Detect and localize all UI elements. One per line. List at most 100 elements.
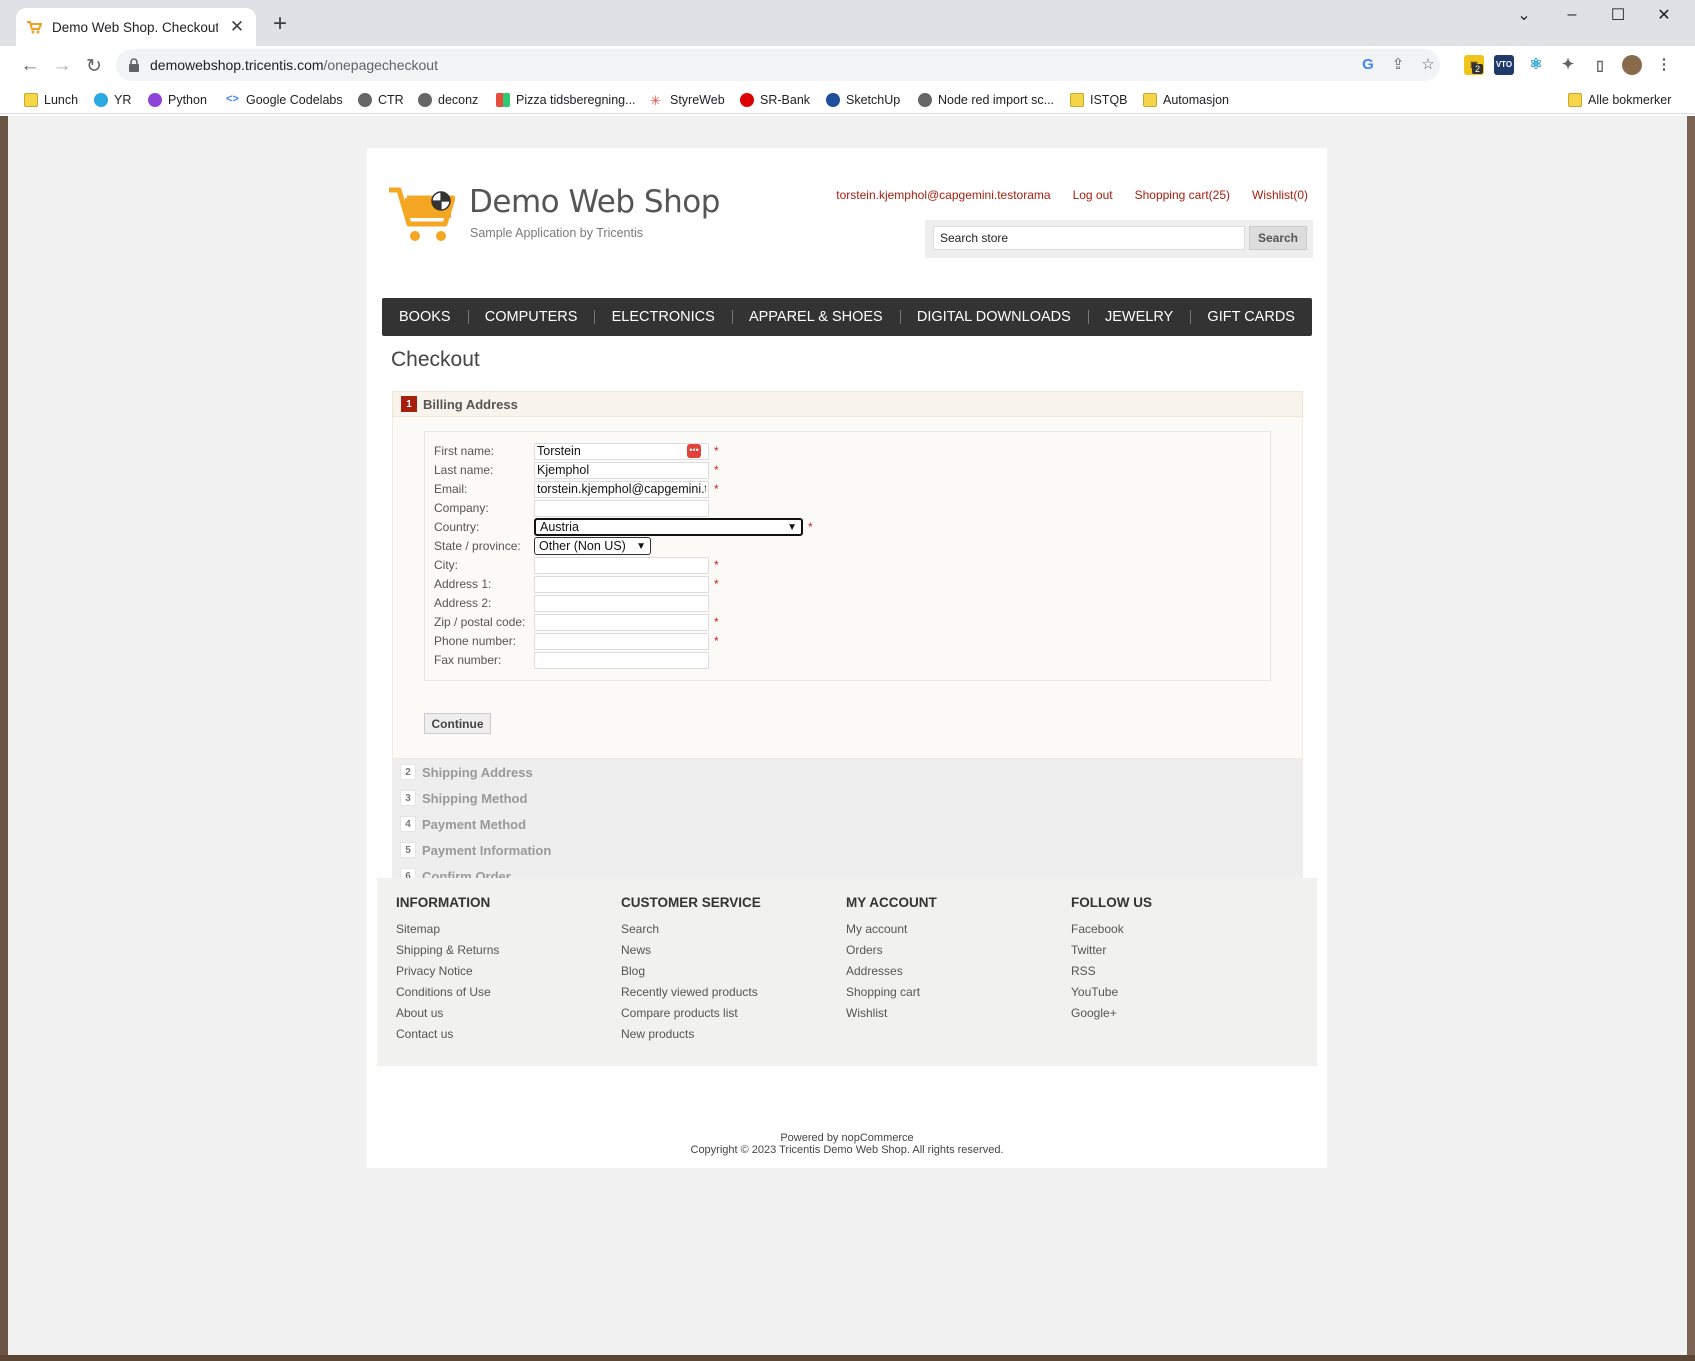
zip-field[interactable]	[534, 613, 709, 631]
footer-link[interactable]: Blog	[621, 964, 821, 979]
browser-tab[interactable]: Demo Web Shop. Checkout ✕	[16, 8, 256, 46]
bookmark-star-icon[interactable]: ☆	[1419, 56, 1437, 74]
puzzle-extensions-icon[interactable]: ✦	[1558, 55, 1578, 75]
shop-title[interactable]: Demo Web Shop	[469, 184, 720, 220]
footer-link[interactable]: Orders	[846, 943, 1046, 958]
state-select[interactable]: Other (Non US) ▼	[534, 537, 651, 555]
account-link[interactable]: torstein.kjemphol@capgemini.testorama	[836, 188, 1050, 202]
address2-field[interactable]	[534, 594, 709, 612]
step-shipping-method[interactable]: 3 Shipping Method	[392, 785, 1303, 811]
wishlist-link[interactable]: Wishlist(0)	[1252, 188, 1308, 202]
react-extension-icon[interactable]: ⚛	[1526, 55, 1546, 75]
bookmark-item[interactable]: Lunch	[24, 90, 78, 110]
menu-electronics[interactable]: ELECTRONICS	[595, 309, 732, 325]
country-select[interactable]: Austria ▼	[534, 518, 803, 536]
share-icon[interactable]: ⇪	[1389, 56, 1407, 74]
footer-link[interactable]: Shopping cart	[846, 985, 1046, 1000]
side-panel-icon[interactable]: ▯	[1590, 55, 1610, 75]
continue-button[interactable]: Continue	[424, 713, 491, 734]
footer-link[interactable]: Compare products list	[621, 1006, 821, 1021]
state-row: State / province: Other (Non US) ▼	[434, 537, 651, 555]
footer-link[interactable]: Shipping & Returns	[396, 943, 596, 958]
bookmark-item[interactable]: <> Google Codelabs	[226, 90, 343, 110]
password-manager-icon[interactable]: •••	[687, 444, 701, 458]
menu-books[interactable]: BOOKS	[382, 309, 468, 325]
footer-heading: INFORMATION	[396, 895, 491, 910]
profile-avatar[interactable]	[1622, 55, 1642, 75]
menu-gift-cards[interactable]: GIFT CARDS	[1190, 309, 1312, 325]
menu-apparel-shoes[interactable]: APPAREL & SHOES	[732, 309, 900, 325]
footer-link[interactable]: Sitemap	[396, 922, 596, 937]
maximize-icon[interactable]: ☐	[1596, 0, 1640, 30]
bookmark-item[interactable]: ISTQB	[1070, 90, 1128, 110]
shopping-cart-link[interactable]: Shopping cart(25)	[1135, 188, 1230, 202]
google-icon[interactable]: G	[1359, 56, 1377, 74]
footer-link[interactable]: Addresses	[846, 964, 1046, 979]
menu-digital-downloads[interactable]: DIGITAL DOWNLOADS	[900, 309, 1088, 325]
step-title: Payment Information	[422, 842, 552, 858]
vto-extension-icon[interactable]: VTO	[1494, 55, 1514, 75]
footer-link[interactable]: YouTube	[1071, 985, 1271, 1000]
search-input[interactable]	[933, 226, 1245, 250]
phone-field[interactable]	[534, 632, 709, 650]
back-icon[interactable]: ←	[16, 52, 44, 80]
first-name-field[interactable]	[534, 442, 709, 460]
forward-icon[interactable]: →	[48, 52, 76, 80]
bookmark-item[interactable]: CTR	[358, 90, 404, 110]
footer-link[interactable]: New products	[621, 1027, 821, 1042]
shop-logo-cart-icon[interactable]	[387, 184, 455, 244]
footer-link[interactable]: Search	[621, 922, 821, 937]
bookmark-item[interactable]: Automasjon	[1143, 90, 1229, 110]
footer-link[interactable]: News	[621, 943, 821, 958]
address-bar[interactable]: demowebshop.tricentis.com/onepagecheckou…	[116, 49, 1440, 81]
bookmark-item[interactable]: Python	[148, 90, 207, 110]
menu-jewelry[interactable]: JEWELRY	[1088, 309, 1190, 325]
footer-link[interactable]: About us	[396, 1006, 596, 1021]
sr-bank-icon	[740, 93, 754, 107]
footer-link[interactable]: RSS	[1071, 964, 1271, 979]
tab-search-icon[interactable]: ⌄	[1502, 0, 1546, 30]
bookmark-item[interactable]: SketchUp	[826, 90, 900, 110]
reload-icon[interactable]: ↻	[80, 52, 108, 80]
bookmark-item[interactable]: SR-Bank	[740, 90, 810, 110]
step-billing-address[interactable]: 1 Billing Address	[392, 391, 1303, 417]
footer-link[interactable]: Twitter	[1071, 943, 1271, 958]
tab-close-icon[interactable]: ✕	[228, 17, 246, 37]
email-field[interactable]	[534, 480, 709, 498]
address1-field[interactable]	[534, 575, 709, 593]
city-field[interactable]	[534, 556, 709, 574]
bookmark-item[interactable]: YR	[94, 90, 131, 110]
zip-label: Zip / postal code:	[434, 615, 526, 629]
step-payment-information[interactable]: 5 Payment Information	[392, 837, 1303, 863]
footer-link[interactable]: Wishlist	[846, 1006, 1046, 1021]
footer-link[interactable]: Facebook	[1071, 922, 1271, 937]
powered-by[interactable]: Powered by nopCommerce	[367, 1132, 1327, 1144]
footer-link[interactable]: Google+	[1071, 1006, 1271, 1021]
fax-field[interactable]	[534, 651, 709, 669]
footer-link[interactable]: My account	[846, 922, 1046, 937]
bookmark-item[interactable]: ✳ StyreWeb	[650, 90, 725, 110]
footer-link[interactable]: Contact us	[396, 1027, 596, 1042]
minimize-icon[interactable]: –	[1550, 0, 1594, 30]
step-shipping-address[interactable]: 2 Shipping Address	[392, 759, 1303, 785]
menu-computers[interactable]: COMPUTERS	[468, 309, 595, 325]
new-tab-icon[interactable]: +	[266, 11, 294, 39]
step-title: Shipping Address	[422, 764, 533, 780]
bookmark-item[interactable]: Node red import sc...	[918, 90, 1054, 110]
all-bookmarks[interactable]: Alle bokmerker	[1568, 90, 1671, 110]
menu-kebab-icon[interactable]: ⋮	[1654, 55, 1674, 75]
chevron-down-icon: ▼	[636, 540, 646, 552]
search-button[interactable]: Search	[1249, 226, 1307, 250]
lock-icon	[129, 58, 139, 72]
fax-label: Fax number:	[434, 653, 502, 667]
footer-link[interactable]: Conditions of Use	[396, 985, 596, 1000]
bookmark-item[interactable]: deconz	[418, 90, 478, 110]
company-field[interactable]	[534, 499, 709, 517]
footer-link[interactable]: Privacy Notice	[396, 964, 596, 979]
bookmark-item[interactable]: Pizza tidsberegning...	[496, 90, 636, 110]
footer-link[interactable]: Recently viewed products	[621, 985, 821, 1000]
step-payment-method[interactable]: 4 Payment Method	[392, 811, 1303, 837]
close-window-icon[interactable]: ✕	[1642, 0, 1686, 30]
logout-link[interactable]: Log out	[1073, 188, 1113, 202]
last-name-field[interactable]	[534, 461, 709, 479]
